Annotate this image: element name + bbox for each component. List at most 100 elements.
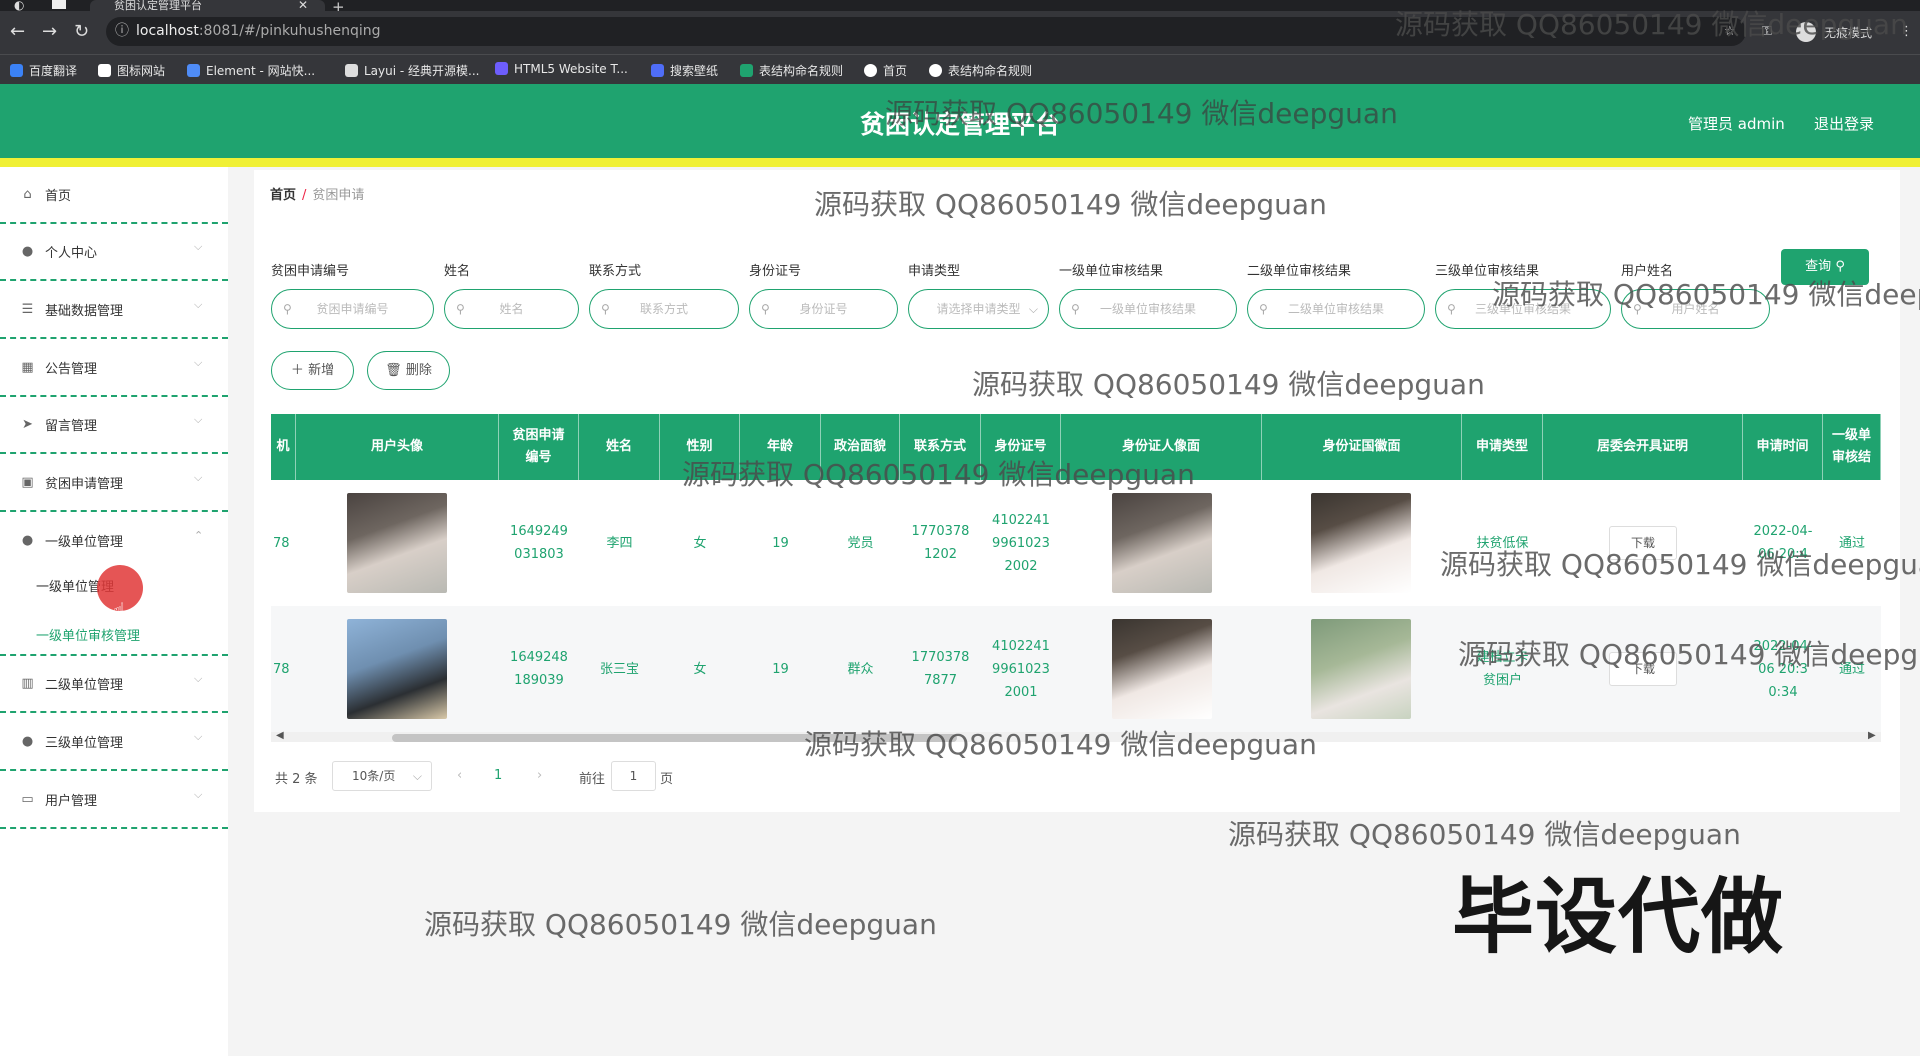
bookmark-baidu-translate[interactable]: 百度翻译 (10, 62, 77, 79)
sidebar-item-home[interactable]: ⌂ 首页 (0, 167, 228, 224)
table-cell: 2022-04-06 20:4 (1753, 524, 1813, 562)
bookmark-table-rules-2[interactable]: 表结构命名规则 (929, 62, 1032, 79)
search-icon: ⚲ (761, 302, 770, 316)
delete-button[interactable]: 🗑 删除 (367, 351, 450, 390)
column-header: 身份证国徽面 (1262, 414, 1462, 480)
bookmark-layui[interactable]: Layui - 经典开源模... (345, 62, 479, 79)
table-cell: 通过 (1838, 535, 1865, 551)
column-header: 联系方式 (900, 414, 981, 480)
browser-tab-bar: ◐ 贫困认定管理平台 ✕ + (0, 0, 1920, 16)
browser-menu-dots-icon[interactable]: ⋮ (1900, 24, 1913, 39)
search-icon: ⚲ (283, 302, 292, 316)
column-header: 居委会开具证明 (1543, 414, 1743, 480)
sidebar-item-messages[interactable]: ➤ 留言管理 ⌵ (0, 397, 228, 454)
phone-input[interactable]: ⚲ 联系方式 (589, 289, 739, 329)
globe-icon (864, 64, 877, 77)
submenu-level1-audit[interactable]: 一级单位审核管理 (36, 625, 140, 644)
bookmark-label: 搜索壁纸 (670, 64, 719, 78)
column-header: 申请类型 (1462, 414, 1543, 480)
bookmark-star-icon[interactable]: ☆ (1724, 24, 1736, 39)
horizontal-scrollbar[interactable]: ◀ ▶ (271, 730, 1881, 742)
idcard-back-image (1311, 493, 1411, 593)
chevron-down-icon: ⌵ (412, 769, 422, 783)
column-header: 政治面貌 (821, 414, 900, 480)
add-button[interactable]: ＋ 新增 (271, 351, 354, 390)
apply-type-select[interactable]: 请选择申请类型 ⌵ (908, 289, 1049, 329)
bookmarks-bar: 百度翻译 图标网站 Element - 网站快... Layui - 经典开源模… (0, 54, 1920, 84)
page-size-value: 10条/页 (352, 769, 396, 783)
bookmark-label: 表结构命名规则 (759, 64, 844, 78)
goto-page-input[interactable]: 1 (611, 761, 656, 791)
scroll-right-icon[interactable]: ▶ (1868, 730, 1876, 741)
bookmark-home[interactable]: 首页 (864, 62, 907, 79)
overlay-banner-text: 毕设代做 (1452, 870, 1785, 965)
sidebar-item-notices[interactable]: ▦ 公告管理 ⌵ (0, 340, 228, 397)
page-size-select[interactable]: 10条/页 ⌵ (332, 761, 432, 791)
chevron-down-icon: ⌵ (194, 298, 203, 311)
bar-chart-icon: ▥ (21, 676, 34, 691)
name-input[interactable]: ⚲ 姓名 (444, 289, 579, 329)
url-input[interactable]: ⓘ localhost:8081/#/pinkuhushenqing (106, 17, 1746, 46)
page-number-current[interactable]: 1 (494, 768, 502, 783)
filter-label: 三级单位审核结果 (1435, 264, 1540, 279)
sidebar-item-label: 公告管理 (45, 362, 98, 377)
table-row[interactable]: 78 1649249031803 李四 女 19 党员 17703781202 … (271, 480, 1881, 606)
column-header: 用户头像 (296, 414, 499, 480)
sidebar-item-users[interactable]: ▭ 用户管理 ⌵ (0, 772, 228, 829)
tab-close-icon[interactable]: ✕ (298, 0, 308, 11)
query-button[interactable]: 查询 ⚲ (1781, 249, 1869, 285)
bookmark-favicon-icon (345, 64, 358, 77)
username-input[interactable]: ⚲ 用户姓名 (1621, 289, 1770, 329)
bookmark-element[interactable]: Element - 网站快... (187, 62, 315, 79)
download-button[interactable]: 下载 (1609, 652, 1677, 686)
download-button[interactable]: 下载 (1609, 526, 1677, 560)
bookmark-favicon-icon (651, 64, 664, 77)
level3-result-input[interactable]: ⚲ 三级单位审核结果 (1435, 289, 1611, 329)
sidebar-item-label: 基础数据管理 (45, 304, 124, 319)
breadcrumb-home[interactable]: 首页 (270, 188, 296, 203)
scroll-left-icon[interactable]: ◀ (276, 730, 284, 741)
sidebar-item-level3[interactable]: ● 三级单位管理 ⌵ (0, 714, 228, 771)
sidebar-item-base-data[interactable]: ☰ 基础数据管理 ⌵ (0, 282, 228, 339)
goto-label: 前往 (579, 772, 606, 787)
level1-result-input[interactable]: ⚲ 一级单位审核结果 (1059, 289, 1237, 329)
forward-icon[interactable]: → (42, 22, 57, 42)
sidebar-item-profile[interactable]: ● 个人中心 ⌵ (0, 224, 228, 281)
bookmark-html5[interactable]: HTML5 Website T... (495, 62, 628, 76)
sidebar-item-poverty-apply[interactable]: ▣ 贫困申请管理 ⌵ (0, 455, 228, 512)
sidebar-item-level2[interactable]: ▥ 二级单位管理 ⌵ (0, 656, 228, 713)
message-icon: ▭ (21, 792, 34, 807)
bookmark-table-rules[interactable]: 表结构命名规则 (740, 62, 843, 79)
column-header: 身份证人像面 (1061, 414, 1262, 480)
user-icon: ● (21, 533, 34, 548)
table-cell: 1649249031803 (510, 524, 568, 562)
reload-icon[interactable]: ↻ (74, 22, 89, 42)
chevron-down-icon: ⌵ (194, 413, 203, 426)
bookmark-wallpaper[interactable]: 搜索壁纸 (651, 62, 718, 79)
chevron-down-icon: ⌵ (194, 471, 203, 484)
table-cell: 李四 (606, 535, 633, 551)
idcard-input[interactable]: ⚲ 身份证号 (749, 289, 898, 329)
table-cell: 2022-04-06 20:30:34 (1753, 638, 1813, 700)
user-icon: ● (21, 244, 34, 259)
back-icon[interactable]: ← (10, 22, 25, 42)
chevron-down-icon: ⌵ (194, 788, 203, 801)
idcard-back-image (1311, 619, 1411, 719)
pagination-total: 共 2 条 (275, 772, 318, 787)
logout-button[interactable]: 退出登录 (1814, 113, 1874, 134)
table-cell: 女 (693, 535, 707, 551)
bookmark-favicon-icon (740, 64, 753, 77)
browser-tab[interactable]: 贫困认定管理平台 (90, 0, 325, 11)
key-icon[interactable]: ⚿ (1762, 24, 1772, 39)
level2-result-input[interactable]: ⚲ 二级单位审核结果 (1247, 289, 1425, 329)
column-header: 姓名 (579, 414, 660, 480)
scrollbar-thumb[interactable] (392, 734, 957, 742)
apply-number-input[interactable]: ⚲ 贫困申请编号 (271, 289, 434, 329)
table-row[interactable]: 78 1649248189039 张三宝 女 19 群众 17703787877… (271, 606, 1881, 732)
table-cell: 群众 (847, 661, 874, 677)
prev-page-button[interactable]: ‹ (457, 768, 462, 783)
search-icon: ⚲ (601, 302, 610, 316)
next-page-button[interactable]: › (537, 768, 542, 783)
bookmark-icon-site[interactable]: 图标网站 (98, 62, 165, 79)
filter-label: 申请类型 (908, 264, 961, 279)
